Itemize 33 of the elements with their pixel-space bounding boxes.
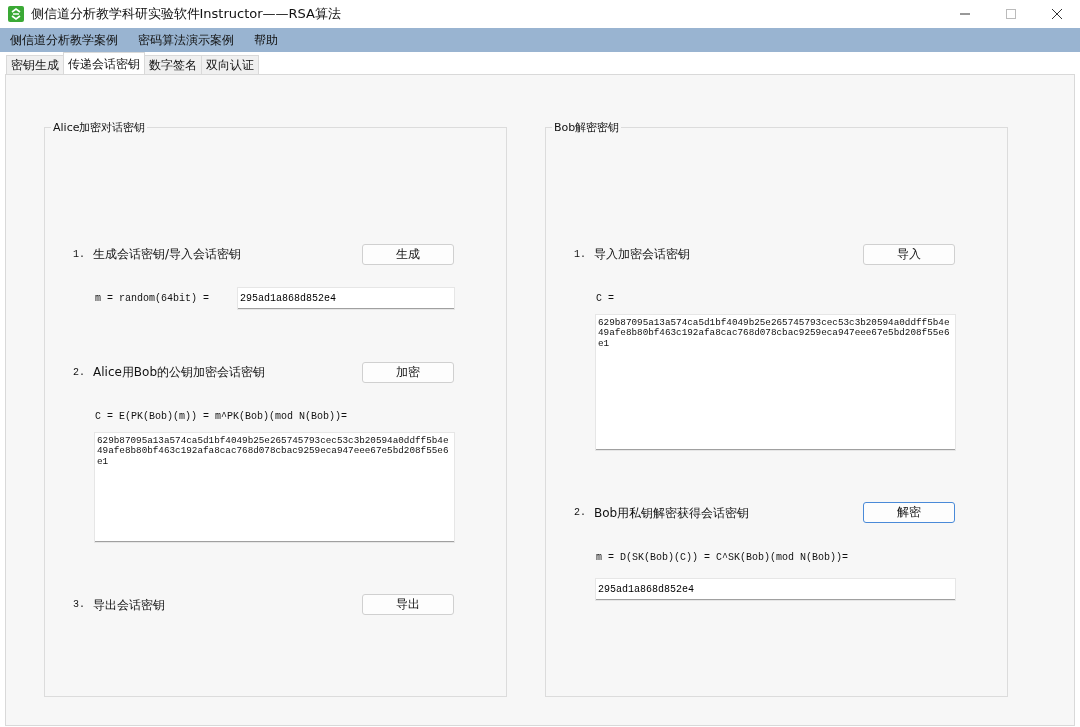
menu-item[interactable]: 侧信道分析教学案例: [10, 31, 118, 49]
step-number: 1.: [574, 247, 587, 262]
value-input-field[interactable]: 295ad1a868d852e4: [238, 288, 454, 309]
action-button[interactable]: 解密: [863, 502, 955, 523]
step-label: Bob用私钥解密获得会话密钥: [594, 504, 751, 522]
step-number: 3.: [73, 598, 86, 612]
formula-text: C =: [596, 293, 614, 304]
step-number: 2.: [574, 506, 587, 520]
action-button[interactable]: 导出: [362, 594, 454, 615]
output-text-area[interactable]: 629b87095a13a574ca5d1bf4049b25e265745793cec53c3b20594a0ddff5b4e49afe8b80bf463c192afa8cac768d078cbac9259eca947eee67e5bd208f55e6e1: [95, 432, 454, 542]
close-icon[interactable]: [1051, 8, 1063, 20]
field-label: m = random(64bit) =: [95, 292, 211, 306]
menu-item[interactable]: 密码算法演示案例: [138, 31, 234, 49]
app-logo-icon: [8, 6, 24, 22]
menu-item[interactable]: 帮助: [254, 31, 278, 49]
window-title: 侧信道分析教学科研实验软件Instructor——RSA算法: [30, 5, 342, 24]
formula-text: m = D(SK(Bob)(C)) = C^SK(Bob)(mod N(Bob))=: [596, 551, 849, 563]
step-label: 导出会话密钥: [93, 596, 166, 614]
step-number: 2.: [73, 365, 86, 380]
action-button[interactable]: 生成: [362, 243, 454, 265]
action-button[interactable]: 导入: [863, 243, 955, 265]
step-number: 1.: [73, 247, 86, 262]
tab[interactable]: 数字签名: [144, 55, 202, 74]
step-label: 生成会话密钥/导入会话密钥: [93, 246, 243, 263]
step-label: 导入加密会话密钥: [594, 246, 691, 263]
formula-text: C = E(PK(Bob)(m)) = m^PK(Bob)(mod N(Bob))=: [95, 411, 348, 422]
value-input-field[interactable]: 295ad1a868d852e4: [596, 579, 955, 600]
action-button[interactable]: 加密: [362, 361, 454, 383]
maximize-icon[interactable]: [1005, 8, 1017, 20]
step-label: Alice用Bob的公钥加密会话密钥: [93, 364, 267, 381]
tab[interactable]: 密钥生成: [6, 55, 64, 74]
tab[interactable]: 双向认证: [201, 55, 259, 74]
output-text-area[interactable]: 629b87095a13a574ca5d1bf4049b25e265745793cec53c3b20594a0ddff5b4e49afe8b80bf463c192afa8cac768d078cbac9259eca947eee67e5bd208f55e6e1: [596, 314, 955, 450]
